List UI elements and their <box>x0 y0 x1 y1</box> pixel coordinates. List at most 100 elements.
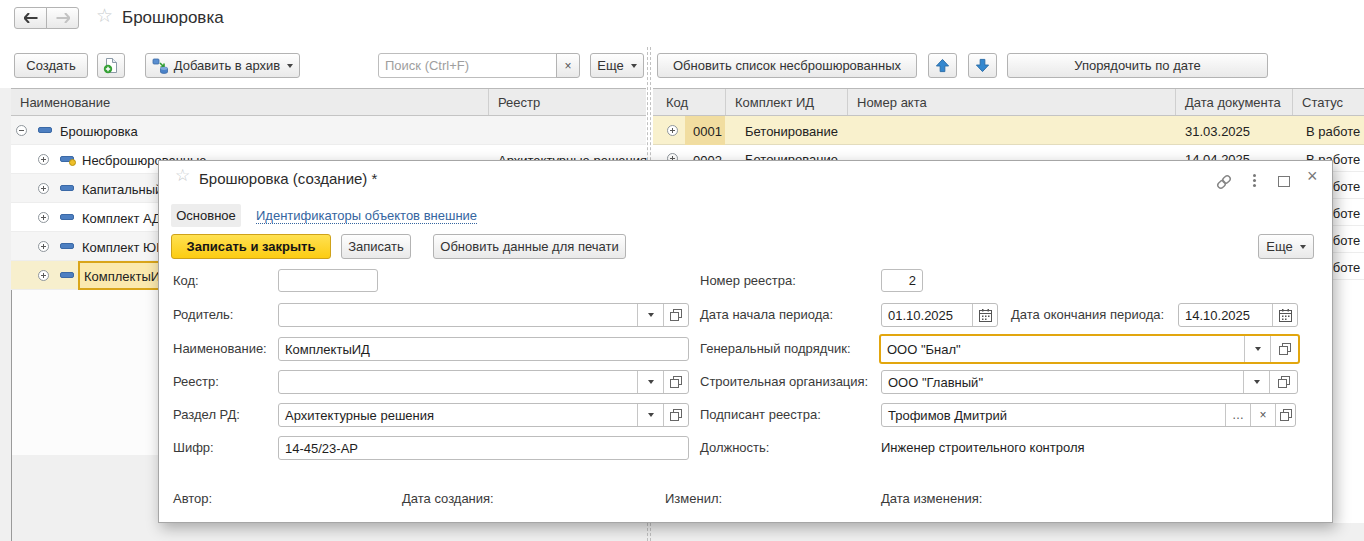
created-label: Дата создания: <box>402 491 494 506</box>
signer-combo[interactable]: Трофимов Дмитрий … × <box>881 403 1296 427</box>
group-folder-icon <box>60 272 74 278</box>
tab-external-ids-link[interactable]: Идентификаторы объектов внешние <box>256 208 477 223</box>
signer-clear-button[interactable]: × <box>1250 404 1275 426</box>
date-end-calendar-button[interactable] <box>1272 304 1297 326</box>
date-start-label: Дата начала периода: <box>700 307 833 322</box>
column-header-name[interactable]: Наименование <box>20 95 110 110</box>
search-clear-button[interactable]: × <box>556 53 580 78</box>
expand-icon[interactable] <box>38 154 49 165</box>
expand-icon[interactable] <box>38 241 49 252</box>
close-icon[interactable]: × <box>1307 166 1318 187</box>
signer-open-button[interactable] <box>1275 404 1295 426</box>
column-divider[interactable] <box>1292 89 1293 115</box>
parent-dropdown-button[interactable] <box>637 304 663 326</box>
refresh-unbound-label: Обновить список несброшюрованных <box>673 58 901 73</box>
column-divider[interactable] <box>725 89 726 115</box>
dropdown-arrow-icon <box>1300 245 1306 249</box>
expand-icon[interactable] <box>667 125 678 136</box>
position-label: Должность: <box>700 440 769 455</box>
favorite-star-icon[interactable]: ☆ <box>96 4 113 27</box>
create-button[interactable]: Создать <box>14 53 88 78</box>
org-open-button[interactable] <box>1269 371 1297 393</box>
combo-arrow-icon <box>648 380 654 384</box>
left-more-button[interactable]: Еще <box>590 53 644 78</box>
contractor-dropdown-button[interactable] <box>1244 336 1270 362</box>
search-input[interactable]: Поиск (Ctrl+F) <box>378 53 557 78</box>
right-table-header[interactable]: Код Комплект ИД Номер акта Дата документ… <box>653 88 1364 116</box>
expand-icon[interactable] <box>38 270 49 281</box>
save-button[interactable]: Записать <box>341 234 411 259</box>
org-combo[interactable]: ООО "Главный" <box>881 370 1298 394</box>
open-icon <box>1280 409 1292 421</box>
reestr-combo[interactable] <box>278 370 689 394</box>
collapse-icon[interactable] <box>16 125 27 136</box>
contractor-open-button[interactable] <box>1270 336 1298 362</box>
tree-row[interactable]: Брошюровка <box>11 116 646 145</box>
modified-by-label: Изменил: <box>665 491 722 506</box>
reg-number-input[interactable]: 2 <box>881 269 923 292</box>
code-cell[interactable]: 0001 <box>685 116 725 145</box>
new-document-button[interactable] <box>97 53 125 78</box>
reestr-open-button[interactable] <box>663 371 688 393</box>
new-document-icon <box>103 57 119 74</box>
parent-combo[interactable] <box>278 303 689 327</box>
table-row[interactable]: 0001Бетонирование31.03.2025В работе <box>653 116 1364 145</box>
dialog-star-icon[interactable]: ☆ <box>175 165 190 186</box>
column-header-status[interactable]: Статус <box>1302 95 1343 110</box>
save-close-button[interactable]: Записать и закрыть <box>171 234 331 259</box>
tree-row-label: Брошюровка <box>60 124 138 139</box>
org-dropdown-button[interactable] <box>1243 371 1269 393</box>
code-input[interactable] <box>278 269 378 292</box>
column-divider[interactable] <box>847 89 848 115</box>
move-up-button[interactable] <box>928 53 957 78</box>
page-title: Брошюровка <box>122 8 224 28</box>
column-header-code[interactable]: Код <box>666 95 688 110</box>
author-label: Автор: <box>173 491 212 506</box>
maximize-icon[interactable] <box>1278 176 1290 187</box>
contractor-combo[interactable]: ООО "Бнал" <box>879 334 1300 364</box>
reestr-label: Реестр: <box>173 374 219 389</box>
group-folder-icon <box>38 127 52 133</box>
add-to-archive-button[interactable]: Добавить в архив <box>145 53 300 78</box>
column-header-set[interactable]: Комплект ИД <box>735 95 814 110</box>
menu-dots-icon[interactable] <box>1253 174 1256 177</box>
column-header-date[interactable]: Дата документа <box>1185 95 1281 110</box>
contractor-label: Генеральный подрядчик: <box>700 341 851 356</box>
refresh-unbound-button[interactable]: Обновить список несброшюрованных <box>657 53 917 78</box>
back-arrow-icon <box>24 13 38 23</box>
razdel-dropdown-button[interactable] <box>637 404 663 426</box>
group-folder-icon <box>60 214 74 220</box>
tree-row-label: КомплектыИД <box>84 269 169 284</box>
open-icon <box>670 309 682 321</box>
forward-button[interactable] <box>46 7 79 29</box>
razdel-label: Раздел РД: <box>173 407 240 422</box>
signer-select-button[interactable]: … <box>1225 404 1250 426</box>
expand-icon[interactable] <box>38 183 49 194</box>
move-down-button[interactable] <box>968 53 997 78</box>
refresh-print-button[interactable]: Обновить данные для печати <box>433 234 626 259</box>
order-by-date-button[interactable]: Упорядочить по дате <box>1007 53 1268 78</box>
org-value: ООО "Главный" <box>882 375 1243 390</box>
name-input[interactable]: КомплектыИД <box>278 337 689 361</box>
open-icon <box>1278 376 1290 388</box>
date-start-calendar-button[interactable] <box>972 304 997 326</box>
expand-icon[interactable] <box>38 212 49 223</box>
parent-open-button[interactable] <box>663 304 688 326</box>
reestr-dropdown-button[interactable] <box>637 371 663 393</box>
column-divider[interactable] <box>1175 89 1176 115</box>
dialog-more-button[interactable]: Еще <box>1258 234 1314 259</box>
tab-main[interactable]: Основное <box>171 204 241 227</box>
back-button[interactable] <box>14 7 47 29</box>
column-header-reestr[interactable]: Реестр <box>498 95 540 110</box>
link-icon[interactable] <box>1215 173 1233 194</box>
column-header-act[interactable]: Номер акта <box>857 95 927 110</box>
calendar-icon <box>979 309 992 322</box>
cipher-input[interactable]: 14-45/23-АР <box>278 436 689 460</box>
razdel-combo[interactable]: Архитектурные решения <box>278 403 689 427</box>
date-start-input[interactable]: 01.10.2025 <box>881 303 998 327</box>
column-divider[interactable] <box>488 89 489 115</box>
razdel-open-button[interactable] <box>663 404 688 426</box>
dialog-title: Брошюровка (создание) * <box>199 170 377 187</box>
left-table-header[interactable]: Наименование Реестр <box>11 88 646 116</box>
date-end-input[interactable]: 14.10.2025 <box>1178 303 1298 327</box>
